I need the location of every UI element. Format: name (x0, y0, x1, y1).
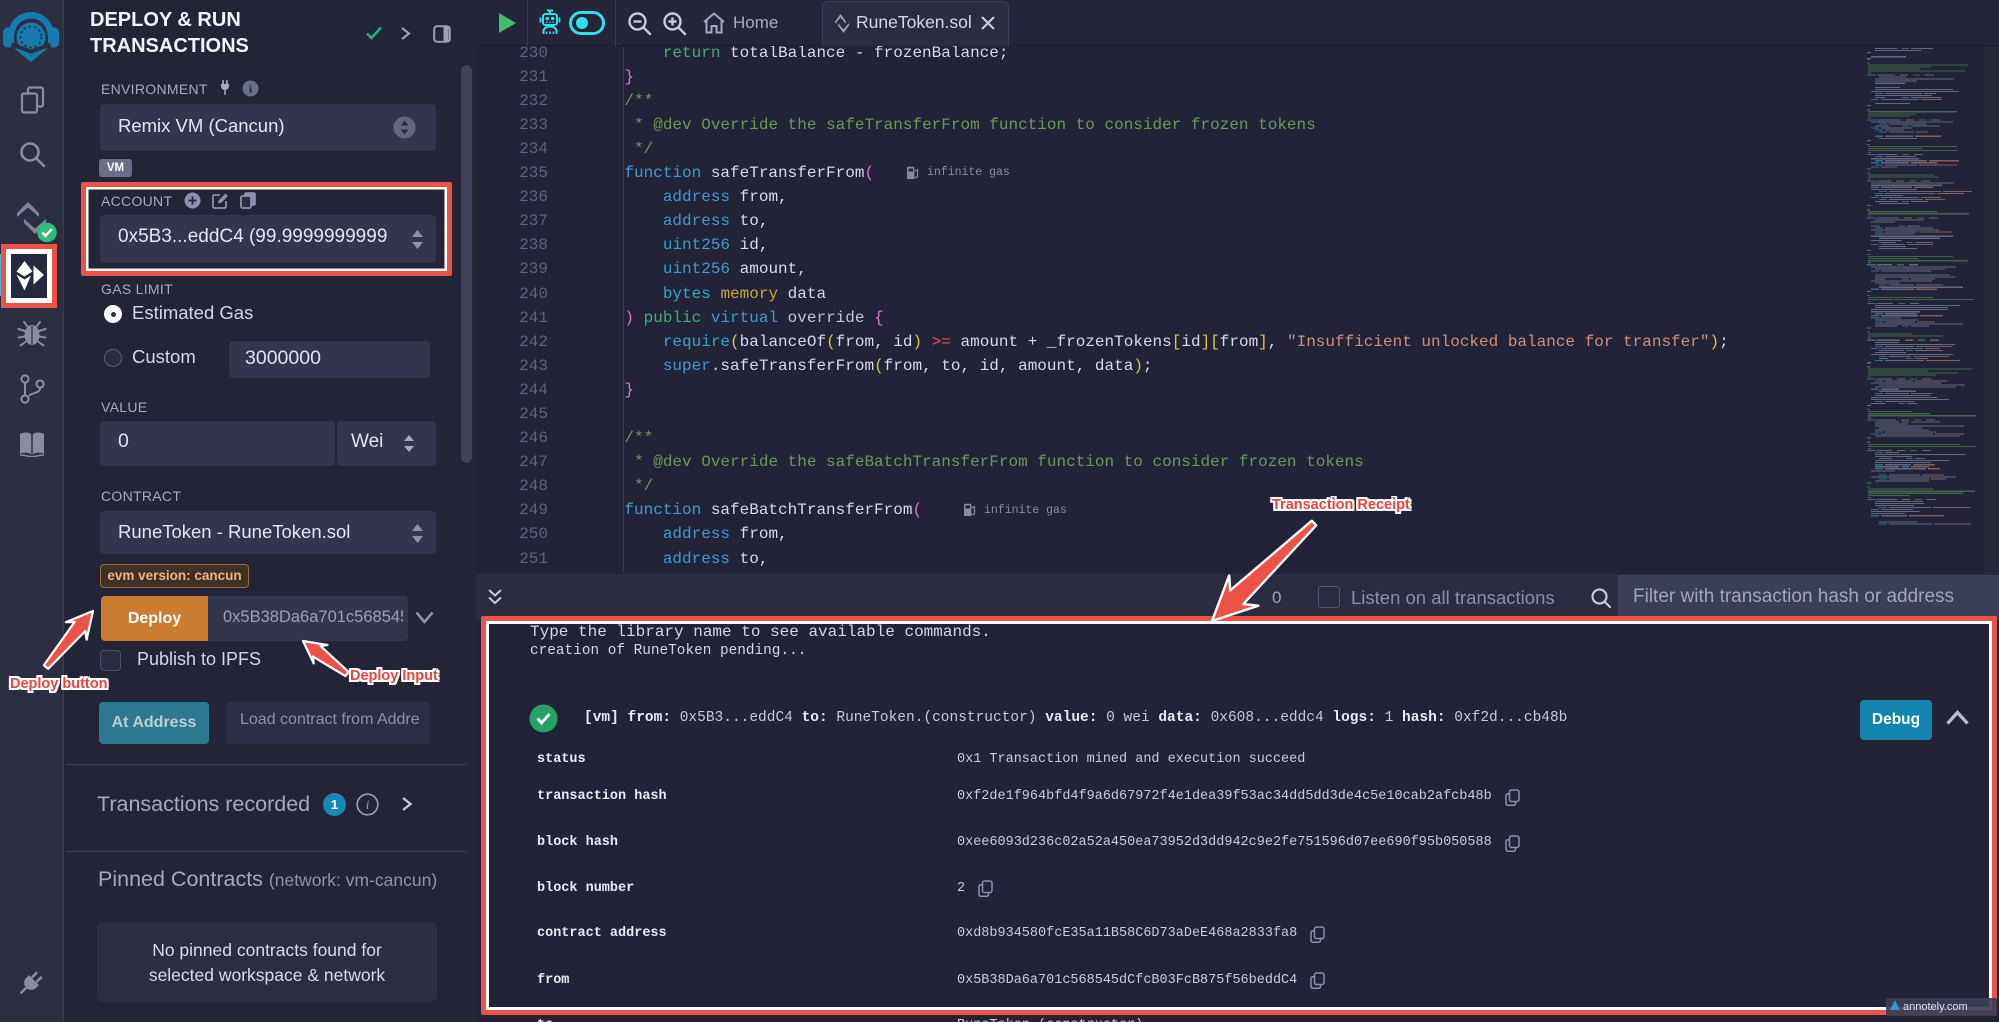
svg-text:i: i (366, 797, 370, 812)
svg-text:i: i (249, 83, 252, 95)
